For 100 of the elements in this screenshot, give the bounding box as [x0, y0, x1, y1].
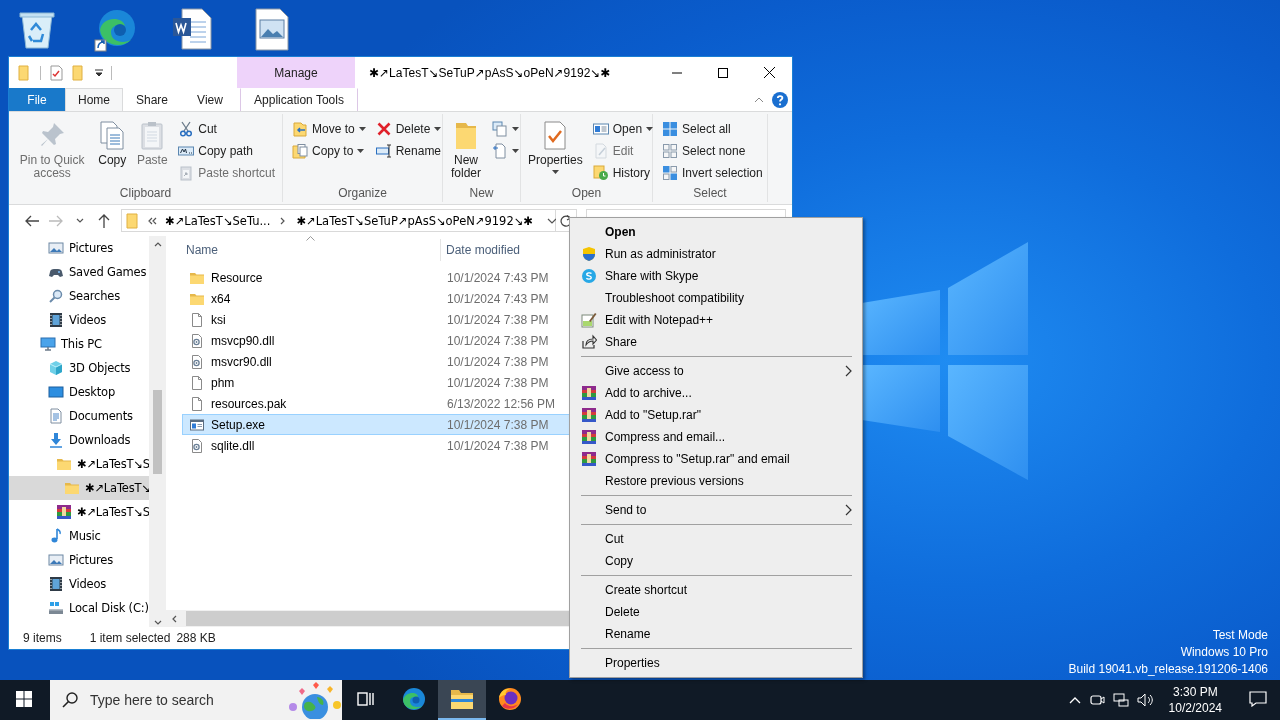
help-icon[interactable]: [772, 91, 788, 108]
select-all-icon: [662, 121, 678, 137]
nav-item[interactable]: Pictures: [9, 548, 149, 572]
dropdown-caret-icon: [358, 127, 366, 131]
ribbon-button[interactable]: Open: [589, 118, 657, 140]
nav-item[interactable]: ✱↗LaTesT↘S: [9, 452, 149, 476]
group-label: New: [468, 185, 495, 202]
menu-item[interactable]: Create shortcut: [572, 579, 860, 601]
folder-arrow-icon: [292, 121, 308, 137]
collapse-ribbon-icon[interactable]: [754, 96, 764, 103]
menu-item[interactable]: Properties: [572, 652, 860, 674]
firefox-icon: [497, 686, 523, 712]
nav-item[interactable]: Pictures: [9, 236, 149, 260]
folder-icon: [125, 212, 141, 229]
computer-icon: [40, 336, 56, 352]
file-name: x64: [183, 290, 442, 307]
ribbon-button[interactable]: Delete: [372, 118, 445, 140]
folder-pages-icon: [292, 143, 308, 159]
context-tab-header: Manage: [237, 57, 355, 88]
chevron-up-icon[interactable]: [1068, 696, 1081, 704]
nav-item[interactable]: Videos: [9, 308, 149, 332]
volume-icon[interactable]: [1136, 692, 1155, 708]
customize-caret-icon[interactable]: [94, 67, 104, 78]
ribbon-button[interactable]: [489, 118, 522, 140]
file-date: 10/1/2024 7:38 PM: [446, 438, 549, 453]
nav-item[interactable]: Documents: [9, 404, 149, 428]
nav-item[interactable]: Music: [9, 524, 149, 548]
search-field[interactable]: Type here to search: [50, 680, 342, 720]
status-text: 1 item selected: [89, 631, 171, 645]
nav-item[interactable]: ✱↗LaTesT↘S: [9, 500, 149, 524]
gear-file-icon: [189, 437, 205, 454]
double-chevron-left-icon: [147, 215, 157, 226]
ribbon-button[interactable]: Rename: [372, 140, 445, 162]
ribbon-button[interactable]: Copy path: [175, 140, 278, 162]
nav-item[interactable]: Searches: [9, 284, 149, 308]
column-header[interactable]: Name: [182, 239, 441, 261]
menu-item[interactable]: Copy: [572, 550, 860, 572]
nav-item[interactable]: Downloads: [9, 428, 149, 452]
ribbon-button[interactable]: History: [589, 162, 657, 184]
ribbon-button[interactable]: Properties: [525, 116, 586, 184]
new-item-icon: [492, 121, 508, 137]
file-name: ksi: [183, 311, 442, 328]
nav-item[interactable]: 3D Objects: [9, 356, 149, 380]
menu-item[interactable]: Open: [572, 221, 860, 243]
status-text: 288 KB: [176, 631, 216, 645]
address-bar[interactable]: ✱↗LaTesT↘SeTu... ✱↗LaTesT↘SeTuP↗pAsS↘oPeN↗9192↘✱: [121, 209, 556, 232]
camera-icon[interactable]: [1088, 692, 1105, 708]
file-menu-tab[interactable]: File: [9, 88, 65, 111]
file-date: 6/13/2022 12:56 PM: [446, 396, 556, 411]
clock[interactable]: 3:30 PM 10/2/2024: [1162, 684, 1228, 716]
application-icon: [189, 416, 205, 433]
dropdown-caret-icon: [551, 170, 559, 174]
download-arrow-icon: [48, 432, 64, 448]
ribbon-button[interactable]: Copy to: [289, 140, 369, 162]
ribbon-button[interactable]: Select all: [659, 118, 766, 140]
file-name: msvcp90.dll: [183, 332, 442, 349]
scrollbar[interactable]: [149, 236, 166, 627]
nav-item[interactable]: This PC: [9, 332, 149, 356]
checked-page-icon[interactable]: [48, 64, 64, 81]
ribbon-button[interactable]: Invert selection: [659, 162, 766, 184]
search-input[interactable]: Type here to search: [88, 691, 273, 709]
file-date: 10/1/2024 7:38 PM: [446, 375, 549, 390]
nav-item[interactable]: Videos: [9, 572, 149, 596]
maximize-icon: [718, 67, 728, 78]
ribbon-button[interactable]: Move to: [289, 118, 369, 140]
archive-icon: [581, 429, 597, 445]
nav-item[interactable]: ✱↗LaTesT↘: [9, 476, 149, 500]
menu-item[interactable]: Run as administrator: [572, 243, 860, 265]
file-name: resources.pak: [183, 395, 442, 412]
gear-file-icon: [189, 353, 205, 370]
menu-item[interactable]: Cut: [572, 528, 860, 550]
ribbon-button[interactable]: Copy: [93, 116, 132, 184]
ribbon-tab[interactable]: Application Tools: [240, 88, 358, 111]
page-icon: [492, 143, 508, 159]
shield-icon: [581, 246, 597, 262]
ribbon-button[interactable]: Cut: [175, 118, 278, 140]
menu-item[interactable]: Rename: [572, 623, 860, 645]
nav-item[interactable]: Desktop: [9, 380, 149, 404]
nav-item[interactable]: Saved Games: [9, 260, 149, 284]
nav-item[interactable]: Local Disk (C:): [9, 596, 149, 620]
breadcrumb[interactable]: ✱↗LaTesT↘SeTuP↗pAsS↘oPeN↗9192↘✱: [294, 213, 535, 228]
file-date: 10/1/2024 7:38 PM: [446, 417, 549, 432]
breadcrumb[interactable]: ✱↗LaTesT↘SeTu...: [163, 213, 273, 228]
menu-item[interactable]: Restore previous versions: [572, 470, 860, 492]
menu-item[interactable]: Send to: [572, 499, 860, 521]
archive-icon: [581, 407, 597, 423]
ribbon-button[interactable]: New folder: [447, 116, 485, 184]
ribbon-button[interactable]: Select none: [659, 140, 766, 162]
skype-icon: [581, 268, 597, 284]
group-label: Organize: [337, 185, 388, 202]
network-icon[interactable]: [1112, 692, 1129, 708]
archive-icon: [56, 504, 72, 520]
delete-x-icon: [375, 121, 392, 137]
clipboard-icon: [178, 165, 195, 181]
scrollbar-thumb[interactable]: [153, 390, 162, 474]
back-arrow-icon: [25, 214, 39, 227]
taskbar-app-button[interactable]: [438, 680, 486, 720]
file-name: Resource: [183, 269, 442, 286]
ribbon-tab[interactable]: Home: [65, 88, 123, 111]
menu-item[interactable]: Delete: [572, 601, 860, 623]
